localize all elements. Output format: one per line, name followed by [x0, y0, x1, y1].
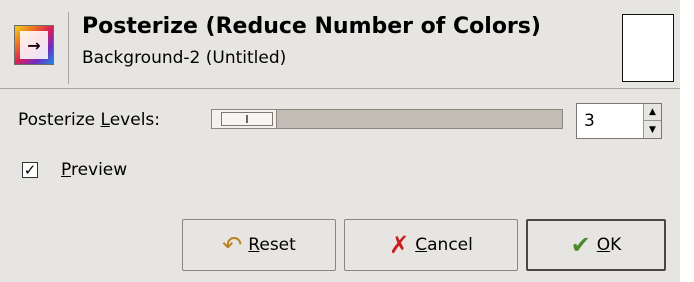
preview-label-rest: review — [70, 160, 128, 180]
preview-checkbox[interactable]: ✓ — [22, 162, 38, 178]
cancel-label: Cancel — [415, 235, 473, 255]
reset-icon: ↶ — [222, 231, 243, 259]
dialog-header: → Posterize (Reduce Number of Colors) Ba… — [0, 0, 680, 89]
drawable-preview-thumbnail — [622, 14, 674, 82]
ok-rest: K — [610, 235, 622, 255]
posterize-levels-slider[interactable] — [211, 109, 563, 129]
reset-rest: eset — [259, 235, 296, 255]
slider-grip — [245, 115, 248, 123]
preview-label-mnemonic: P — [61, 160, 71, 180]
preview-label[interactable]: Preview — [61, 160, 127, 180]
levels-value[interactable]: 3 — [584, 111, 595, 131]
cancel-button[interactable]: ✗ Cancel — [344, 219, 518, 271]
posterize-dialog: → Posterize (Reduce Number of Colors) Ba… — [0, 0, 680, 282]
spin-up-icon[interactable]: ▲ — [644, 104, 661, 121]
cancel-mnemonic: C — [415, 235, 428, 255]
reset-button[interactable]: ↶ Reset — [182, 219, 336, 271]
posterize-levels-spinbutton[interactable]: 3 ▲ ▼ — [576, 103, 662, 139]
reset-label: Reset — [248, 235, 296, 255]
ok-label: OK — [597, 235, 622, 255]
ok-icon: ✔ — [570, 231, 591, 259]
posterize-icon: → — [14, 25, 54, 65]
slider-handle[interactable] — [220, 112, 273, 126]
reset-mnemonic: R — [248, 235, 260, 255]
dialog-title: Posterize (Reduce Number of Colors) — [82, 14, 541, 39]
header-separator — [68, 12, 69, 84]
dialog-subtitle: Background-2 (Untitled) — [82, 48, 287, 68]
levels-label-mnemonic: L — [100, 110, 110, 130]
arrow-icon: → — [20, 31, 48, 59]
levels-label-suffix: evels: — [109, 110, 161, 130]
cancel-icon: ✗ — [389, 231, 410, 259]
spin-down-icon[interactable]: ▼ — [644, 121, 661, 138]
levels-label-prefix: Posterize — [18, 110, 101, 130]
cancel-rest: ancel — [427, 235, 473, 255]
spin-buttons: ▲ ▼ — [643, 104, 661, 138]
posterize-levels-label: Posterize Levels: — [18, 110, 160, 130]
ok-button[interactable]: ✔ OK — [526, 219, 666, 271]
ok-mnemonic: O — [596, 235, 611, 255]
